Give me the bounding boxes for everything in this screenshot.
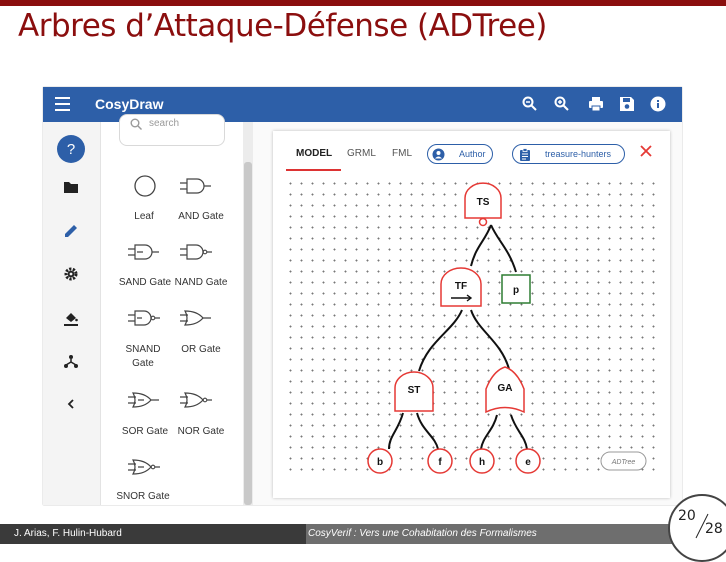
node-h-label: h [479,457,485,468]
node-p-label: p [513,285,519,296]
page-total: 28 [705,521,723,537]
sand-gate-icon[interactable] [125,242,161,262]
menu-icon[interactable] [55,97,70,111]
scrollbar-thumb[interactable] [244,162,252,505]
palette-item-snand-gate[interactable]: SNAND Gate [115,343,171,371]
edge-ga-h [480,414,498,450]
watermark-label: ADTree [611,459,636,466]
node-tf[interactable]: TF [440,267,482,307]
edge-tf-st [418,309,463,372]
search-placeholder: search [149,118,180,129]
zoom-out-icon[interactable] [521,95,539,113]
palette-item-nand-gate[interactable]: NAND Gate [171,276,231,290]
node-ga-label: GA [498,383,513,394]
palette-item-sor-gate[interactable]: SOR Gate [117,425,173,439]
node-f[interactable]: f [427,448,453,474]
node-tf-label: TF [455,281,467,292]
side-rail: ? [43,122,101,505]
hierarchy-icon[interactable] [57,347,85,375]
node-ts-label: TS [477,197,490,208]
element-palette: search Leaf AND Gate SAND Gate NAND Gate… [101,114,253,505]
node-st[interactable]: ST [394,371,434,412]
edge-tf-ga [470,309,510,370]
node-p[interactable]: p [501,274,531,304]
palette-item-sand-gate[interactable]: SAND Gate [117,276,173,290]
help-label: ? [66,140,76,158]
node-h[interactable]: h [469,448,495,474]
attack-defense-tree: TS TF p ST GA b f h e ADTree [367,182,647,474]
search-icon [130,118,142,130]
info-icon[interactable] [649,95,667,113]
print-icon[interactable] [587,95,605,113]
node-b-label: b [377,457,383,468]
help-icon[interactable]: ? [57,135,85,163]
page-counter: 20 28 [668,494,726,562]
edge-st-f [416,412,439,450]
palette-item-nor-gate[interactable]: NOR Gate [173,425,229,439]
nor-gate-icon[interactable] [177,390,213,410]
palette-scrollbar[interactable] [243,122,253,505]
edge-ts-tf [470,224,492,267]
palette-item-and-gate[interactable]: AND Gate [173,210,229,224]
cosydraw-window: CosyDraw ? search Leaf AND Gate SAND Gat… [43,87,682,505]
snor-gate-icon[interactable] [125,457,161,477]
chevron-left-icon[interactable] [57,390,85,418]
edge-ga-e [510,414,528,450]
app-title: CosyDraw [95,96,164,112]
nand-gate-icon[interactable] [177,242,213,262]
adtree-watermark: ADTree [600,451,647,471]
snand-gate-icon[interactable] [125,308,161,328]
node-e[interactable]: e [515,448,541,474]
save-icon[interactable] [618,95,636,113]
model-editor: MODEL GRML FML Author treasure-hunters T… [273,131,670,498]
node-ts[interactable]: TS [464,182,502,227]
palette-item-leaf[interactable]: Leaf [119,210,169,224]
or-gate-icon[interactable] [177,308,213,328]
slide-title: Arbres d’Attaque-Défense (ADTree) [18,8,547,44]
and-gate-icon[interactable] [177,176,213,196]
edge-ts-p [490,224,517,273]
zoom-in-icon[interactable] [553,95,571,113]
palette-item-or-gate[interactable]: OR Gate [173,343,229,357]
slide-top-bar [0,0,726,6]
node-st-label: ST [408,385,421,396]
footer-talk-title: CosyVerif : Vers une Cohabitation des Fo… [308,528,537,539]
node-b[interactable]: b [367,448,393,474]
paint-bucket-icon[interactable] [57,304,85,332]
search-input[interactable]: search [119,114,225,146]
folder-icon[interactable] [57,173,85,201]
leaf-icon[interactable] [133,174,157,198]
edge-st-b [388,412,404,450]
footer-authors: J. Arias, F. Hulin-Hubard [14,528,122,539]
pencil-icon[interactable] [57,217,85,245]
node-ga[interactable]: GA [485,366,525,414]
gear-icon[interactable] [57,260,85,288]
sor-gate-icon[interactable] [125,390,161,410]
palette-item-snor-gate[interactable]: SNOR Gate [115,490,171,504]
node-e-label: e [525,457,531,468]
